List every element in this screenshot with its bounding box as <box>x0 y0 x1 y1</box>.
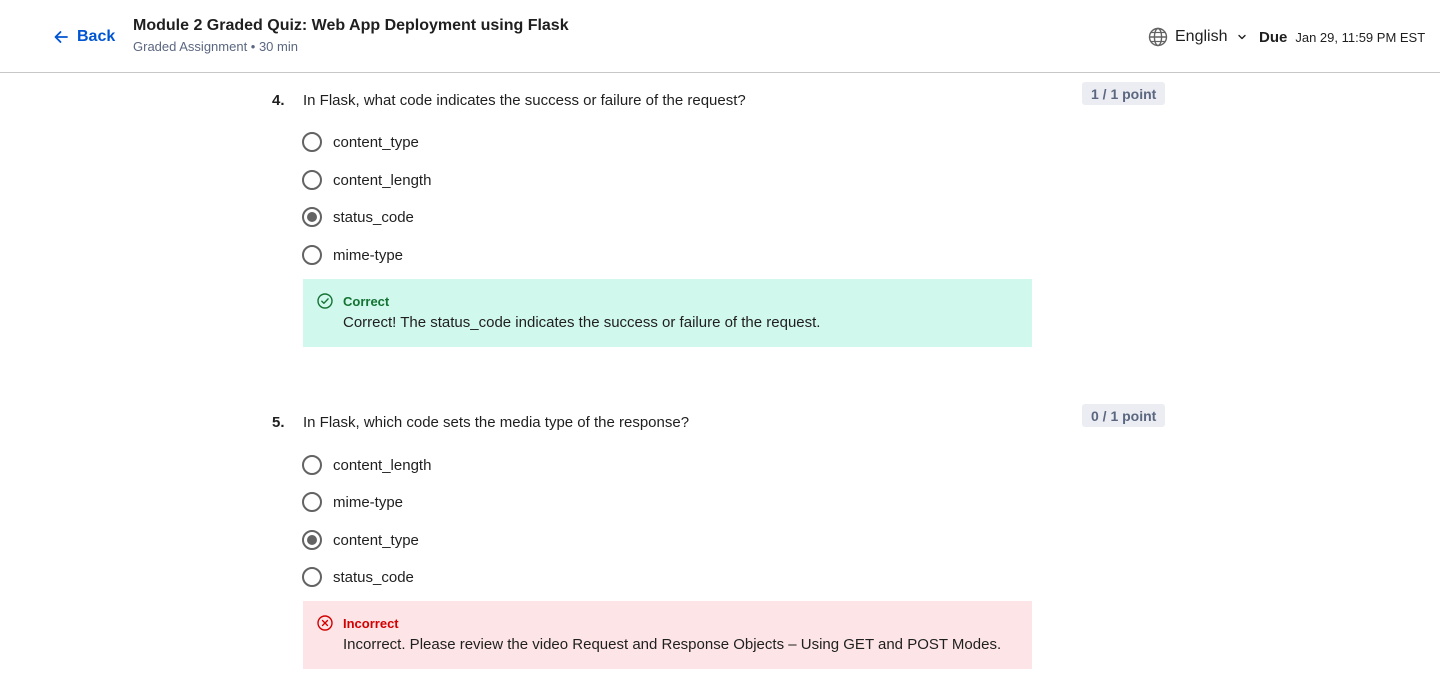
feedback-status: Incorrect <box>343 616 399 631</box>
option-label: mime-type <box>333 493 404 511</box>
option-label: content_type <box>333 531 419 549</box>
radio-button[interactable] <box>302 492 322 512</box>
feedback-status: Correct <box>343 294 390 309</box>
chevron-down-icon <box>1238 34 1247 40</box>
feedback-text: Correct! The status_code indicates the s… <box>343 314 821 331</box>
option-status-code[interactable]: status_code <box>302 206 414 228</box>
option-label: status_code <box>333 208 414 226</box>
option-label: status_code <box>333 568 414 586</box>
radio-button-selected[interactable] <box>302 207 322 227</box>
arrow-left-icon <box>54 31 68 43</box>
feedback-text: Incorrect. Please review the video Reque… <box>343 636 1002 653</box>
due-date: Jan 29, 11:59 PM EST <box>1295 30 1426 45</box>
check-circle-icon <box>317 293 333 309</box>
option-mime-type[interactable]: mime-type <box>302 491 403 513</box>
x-circle-icon <box>317 615 333 631</box>
due-date-info: Due Jan 29, 11:59 PM EST <box>1259 29 1425 46</box>
option-content-length[interactable]: content_length <box>302 169 431 191</box>
language-label: English <box>1175 28 1228 45</box>
points-badge: 1 / 1 point <box>1082 82 1166 105</box>
question-text: In Flask, which code sets the media type… <box>303 414 690 431</box>
option-label: content_length <box>333 171 432 189</box>
feedback-incorrect: Incorrect Incorrect. Please review the v… <box>303 601 1032 669</box>
page-title: Module 2 Graded Quiz: Web App Deployment… <box>133 17 569 34</box>
radio-button[interactable] <box>302 132 322 152</box>
option-status-code[interactable]: status_code <box>302 566 414 588</box>
back-button[interactable]: Back <box>53 26 115 48</box>
feedback-correct: Correct Correct! The status_code indicat… <box>303 279 1032 347</box>
radio-button[interactable] <box>302 567 322 587</box>
question-text: In Flask, what code indicates the succes… <box>303 92 746 109</box>
option-content-length[interactable]: content_length <box>302 454 431 476</box>
option-label: content_type <box>333 133 419 151</box>
option-mime-type[interactable]: mime-type <box>302 244 403 266</box>
option-content-type[interactable]: content_type <box>302 131 419 153</box>
option-content-type[interactable]: content_type <box>302 529 419 551</box>
due-label: Due <box>1259 29 1288 46</box>
radio-button[interactable] <box>302 170 322 190</box>
language-selector[interactable]: English <box>1148 26 1247 48</box>
radio-button[interactable] <box>302 455 322 475</box>
question-number: 5. <box>272 414 285 431</box>
option-label: content_length <box>333 456 432 474</box>
radio-button[interactable] <box>302 245 322 265</box>
back-label: Back <box>77 28 116 45</box>
quiz-header: Back Module 2 Graded Quiz: Web App Deplo… <box>0 0 1440 73</box>
option-label: mime-type <box>333 246 404 264</box>
radio-button-selected[interactable] <box>302 530 322 550</box>
question-number: 4. <box>272 92 285 109</box>
assignment-meta: Graded Assignment • 30 min <box>133 39 298 54</box>
globe-icon <box>1148 27 1168 47</box>
points-badge: 0 / 1 point <box>1082 404 1166 427</box>
